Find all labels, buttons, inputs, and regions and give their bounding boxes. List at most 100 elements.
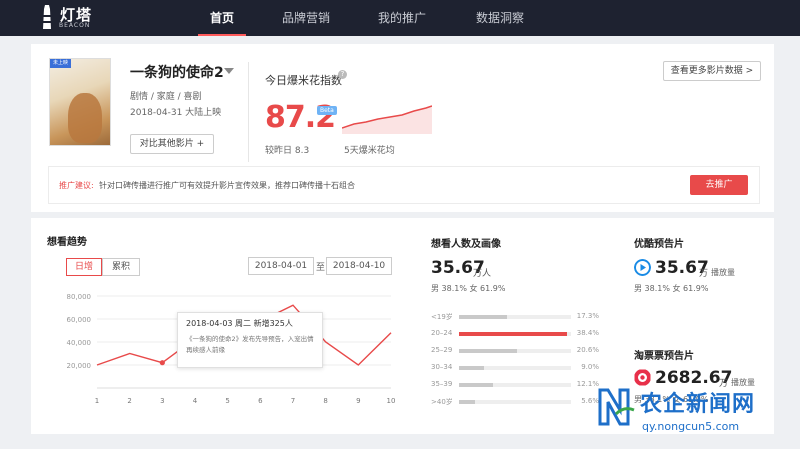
data-point bbox=[96, 364, 98, 366]
divider bbox=[248, 62, 249, 162]
movie-poster[interactable]: 未上映 bbox=[49, 58, 111, 146]
youku-gender: 男 38.1% 女 61.9% bbox=[634, 284, 709, 293]
data-point bbox=[324, 341, 326, 343]
end-date-input[interactable]: 2018-04-10 bbox=[326, 257, 392, 275]
want-trend-title: 想看趋势 bbox=[47, 237, 87, 248]
age-bar-track bbox=[459, 400, 571, 404]
age-bar bbox=[459, 383, 493, 387]
chart-tooltip: 2018-04-03 周二 新增325人 《一条狗的使命2》发布先导预告，入宠出… bbox=[177, 312, 323, 368]
top-nav: 灯塔 BEACON 首页 品牌营销 我的推广 数据洞察 bbox=[0, 0, 800, 36]
age-bar bbox=[459, 349, 517, 353]
data-point bbox=[357, 364, 359, 366]
age-bar bbox=[459, 366, 485, 370]
lighthouse-icon bbox=[43, 5, 51, 29]
beta-badge: Beta bbox=[317, 106, 337, 115]
age-row: 25–29 20.6% bbox=[431, 346, 599, 356]
x-tick-label: 5 bbox=[225, 397, 229, 405]
age-percent: 9.0% bbox=[581, 363, 599, 371]
x-tick-label: 9 bbox=[356, 397, 360, 405]
y-tick-label: 20,000 bbox=[67, 362, 92, 370]
promo-suggestion-bar: 推广建议: 针对口碑传播进行推广可有效提升影片宣传效果，推荐口碑传播十石组合 去… bbox=[48, 166, 760, 204]
age-label: 30–34 bbox=[431, 363, 453, 371]
age-bar bbox=[459, 400, 475, 404]
popcorn-sparkline bbox=[342, 105, 432, 134]
data-point bbox=[292, 304, 294, 306]
age-bar-track bbox=[459, 366, 571, 370]
data-point bbox=[128, 352, 130, 354]
watermark-url: qy.nongcun5.com bbox=[642, 420, 740, 433]
highlighted-point bbox=[159, 360, 165, 366]
age-bar-track bbox=[459, 332, 571, 336]
age-bar-track bbox=[459, 315, 571, 319]
poster-status-tag: 未上映 bbox=[50, 59, 72, 68]
nav-data-insight[interactable]: 数据洞察 bbox=[470, 0, 530, 36]
info-icon[interactable]: ? bbox=[338, 70, 347, 79]
site-watermark: 农企新闻网 qy.nongcun5.com bbox=[596, 382, 796, 444]
nongqi-logo-icon bbox=[598, 388, 635, 426]
youku-trailer-title: 优酷预告片 bbox=[634, 239, 684, 250]
data-point bbox=[390, 332, 392, 334]
start-date-input[interactable]: 2018-04-01 bbox=[248, 257, 314, 275]
total-toggle[interactable]: 累积 bbox=[102, 258, 140, 276]
x-tick-label: 4 bbox=[193, 397, 198, 405]
age-percent: 38.4% bbox=[576, 329, 599, 337]
y-tick-label: 60,000 bbox=[67, 316, 92, 324]
promo-text: 针对口碑传播进行推广可有效提升影片宣传效果，推荐口碑传播十石组合 bbox=[99, 181, 355, 190]
age-bar bbox=[459, 332, 567, 336]
more-movie-data-button[interactable]: 查看更多影片数据 > bbox=[663, 61, 761, 81]
nav-brand-marketing[interactable]: 品牌营销 bbox=[276, 0, 336, 36]
age-label: >40岁 bbox=[431, 398, 453, 406]
x-tick-label: 2 bbox=[127, 397, 131, 405]
nav-home[interactable]: 首页 bbox=[198, 0, 246, 36]
x-tick-label: 8 bbox=[323, 397, 327, 405]
x-tick-label: 3 bbox=[160, 397, 164, 405]
taopiaopiao-trailer-title: 淘票票预告片 bbox=[634, 351, 694, 362]
y-tick-label: 80,000 bbox=[67, 293, 92, 301]
age-percent: 17.3% bbox=[576, 312, 599, 320]
compare-movies-button[interactable]: 对比其他影片 + bbox=[130, 134, 214, 154]
brand-sub: BEACON bbox=[59, 22, 91, 29]
age-label: 25–29 bbox=[431, 346, 453, 354]
age-row: 20–24 38.4% bbox=[431, 329, 599, 339]
x-tick-label: 10 bbox=[387, 397, 396, 405]
nav-my-promotion[interactable]: 我的推广 bbox=[372, 0, 432, 36]
audience-title: 想看人数及画像 bbox=[431, 239, 501, 250]
age-row: <19岁 17.3% bbox=[431, 312, 599, 322]
age-percent: 20.6% bbox=[576, 346, 599, 354]
date-separator: 至 bbox=[316, 263, 326, 273]
go-promote-button[interactable]: 去推广 bbox=[690, 175, 748, 195]
movie-title[interactable]: 一条狗的使命2 bbox=[130, 62, 224, 82]
age-row: >40岁 5.6% bbox=[431, 397, 599, 407]
age-label: 35–39 bbox=[431, 380, 453, 388]
age-row: 30–34 9.0% bbox=[431, 363, 599, 373]
y-tick-label: 40,000 bbox=[67, 339, 92, 347]
age-bar-track bbox=[459, 349, 571, 353]
tooltip-head: 2018-04-03 周二 新增325人 bbox=[186, 319, 293, 328]
movie-genre: 剧情 / 家庭 / 喜剧 bbox=[130, 92, 202, 102]
audience-total-unit: 万人 bbox=[473, 269, 492, 279]
popcorn-index-label: 今日爆米花指数 bbox=[265, 74, 342, 87]
poster-dog-image bbox=[68, 93, 102, 143]
age-label: <19岁 bbox=[431, 313, 453, 321]
x-tick-label: 1 bbox=[95, 397, 99, 405]
youku-play-icon[interactable] bbox=[634, 259, 651, 276]
promo-label: 推广建议: bbox=[59, 181, 94, 190]
age-bar-track bbox=[459, 383, 571, 387]
chevron-down-icon[interactable] bbox=[224, 68, 234, 74]
x-tick-label: 7 bbox=[291, 397, 295, 405]
daily-toggle[interactable]: 日增 bbox=[66, 258, 102, 276]
prev-day-compare: 较昨日 8.3 bbox=[265, 146, 310, 156]
audience-gender: 男 38.1% 女 61.9% bbox=[431, 284, 506, 293]
age-bar bbox=[459, 315, 508, 319]
five-day-average: 5天爆米花均 bbox=[344, 146, 395, 156]
beacon-logo[interactable]: 灯塔 BEACON bbox=[40, 4, 100, 32]
age-row: 35–39 12.1% bbox=[431, 380, 599, 390]
watermark-text: 农企新闻网 bbox=[640, 392, 756, 417]
youku-play-label: 播放量 bbox=[711, 268, 735, 277]
movie-overview-card: 未上映 一条狗的使命2 剧情 / 家庭 / 喜剧 2018-04-31 大陆上映… bbox=[31, 44, 774, 212]
tooltip-body: 《一条狗的使命2》发布先导预告，入宠出情再续感人前缘 bbox=[186, 335, 314, 354]
movie-release: 2018-04-31 大陆上映 bbox=[130, 108, 222, 118]
age-label: 20–24 bbox=[431, 329, 453, 337]
youku-unit: 万 bbox=[699, 269, 709, 279]
x-tick-label: 6 bbox=[258, 397, 263, 405]
